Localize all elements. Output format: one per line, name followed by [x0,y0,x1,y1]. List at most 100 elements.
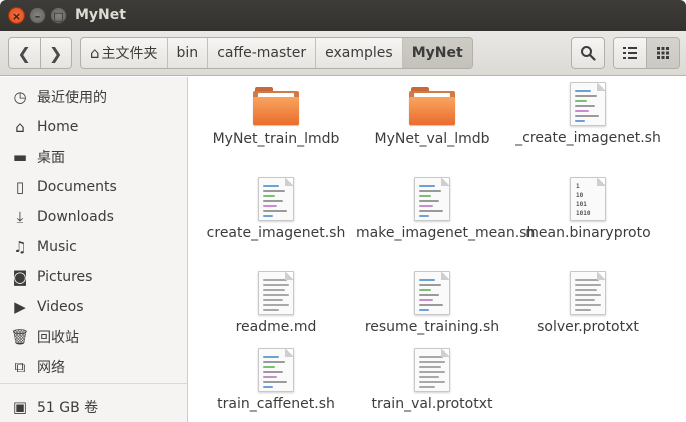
file-name: train_val.prototxt [371,396,493,412]
window-title: MyNet [75,7,126,23]
file-item[interactable]: make_imagenet_mean.sh [352,177,536,242]
network-icon: ⧉ [14,358,26,376]
file-item[interactable]: _create_imagenet.sh [508,82,668,147]
sidebar-item-label: Documents [37,179,117,195]
binary-digits: 1 [576,183,580,190]
sidebar-item-label: Downloads [37,209,114,225]
file-name: create_imagenet.sh [206,225,346,241]
breadcrumb-caffe-master[interactable]: caffe-master [207,38,315,68]
file-name: readme.md [235,319,317,335]
sidebar-item-trash[interactable]: 🗑 回收站 [0,322,187,352]
sidebar-item-label: 51 GB 卷 [37,400,99,416]
chevron-right-icon: ❯ [49,43,63,63]
file-name: train_caffenet.sh [217,396,335,412]
sidebar-item-label: 桌面 [37,150,65,166]
sidebar-item-downloads[interactable]: ⤓ Downloads [0,202,187,232]
sidebar-item-label: Pictures [37,269,93,285]
minimize-window-button[interactable]: – [29,7,46,24]
video-icon: ▶ [14,298,26,316]
file-name: resume_training.sh [364,319,500,335]
breadcrumb-label: 主文件夹 [101,46,158,62]
list-view-icon [623,47,637,59]
breadcrumb-label: caffe-master [217,45,307,61]
script-file-icon [414,177,450,221]
binary-digits: 10 [576,192,584,199]
sidebar-item-videos[interactable]: ▶ Videos [0,292,187,322]
grid-view-icon [657,47,669,59]
binary-file-icon: 1 10 101 1010 [570,177,606,221]
sidebar-item-recent[interactable]: ◷ 最近使用的 [0,82,187,112]
script-file-icon [258,348,294,392]
file-item[interactable]: train_caffenet.sh [196,348,356,413]
drive-icon: ▣ [12,398,28,416]
folder-icon [409,87,455,125]
file-name: solver.prototxt [537,319,639,335]
file-item[interactable]: MyNet_val_lmdb [352,87,512,148]
script-file-icon [258,177,294,221]
sidebar-item-label: 最近使用的 [37,90,107,106]
sidebar-item-desktop[interactable]: ▬ 桌面 [0,142,187,172]
text-file-icon [414,348,450,392]
file-name: MyNet_val_lmdb [374,131,490,147]
file-item[interactable]: create_imagenet.sh [196,177,356,242]
file-item[interactable]: train_val.prototxt [352,348,512,413]
breadcrumb-label: examples [325,45,393,61]
document-icon: ▯ [15,178,25,196]
sidebar-item-label: 回收站 [37,330,79,346]
sidebar-item-volume[interactable]: ▣ 51 GB 卷 [0,392,187,422]
sidebar-item-documents[interactable]: ▯ Documents [0,172,187,202]
download-icon: ⤓ [16,208,24,226]
script-file-icon [414,271,450,315]
file-item[interactable]: MyNet_train_lmdb [196,87,356,148]
file-name: make_imagenet_mean.sh [356,225,536,241]
sidebar-item-network[interactable]: ⧉ 网络 [0,352,187,382]
sidebar-item-label: 网络 [37,360,65,376]
title-bar: × – □ MyNet [0,0,686,31]
sidebar-item-label: Music [37,239,77,255]
desktop-folder-icon: ▬ [12,148,28,166]
sidebar-item-home[interactable]: ⌂ Home [0,112,187,142]
file-name: mean.binaryproto [525,225,651,241]
file-name: MyNet_train_lmdb [212,131,340,147]
file-item[interactable]: readme.md [196,271,356,336]
home-icon: ⌂ [90,44,100,62]
list-view-button[interactable] [614,38,646,68]
music-icon: ♫ [13,238,27,256]
clock-icon: ◷ [13,88,27,106]
trash-icon: 🗑 [10,328,30,346]
breadcrumb-examples[interactable]: examples [315,38,402,68]
script-file-icon [570,82,606,126]
forward-button[interactable]: ❯ [39,38,72,68]
close-window-button[interactable]: × [8,7,25,24]
history-navigation: ❮ ❯ [8,37,72,69]
text-file-icon [258,271,294,315]
file-name: _create_imagenet.sh [515,130,661,146]
back-button[interactable]: ❮ [9,38,40,68]
home-icon: ⌂ [15,118,25,136]
binary-digits: 101 [576,201,587,208]
file-grid: MyNet_train_lmdb MyNet_val_lmdb _create_… [189,77,686,422]
file-item[interactable]: resume_training.sh [352,271,512,336]
search-icon [581,46,596,61]
folder-icon [253,87,299,125]
breadcrumb: ⌂ 主文件夹 bin caffe-master examples MyNet [80,37,473,69]
text-file-icon [570,271,606,315]
maximize-window-button[interactable]: □ [50,7,67,24]
file-item[interactable]: 1 10 101 1010 mean.binaryproto [508,177,668,242]
breadcrumb-bin[interactable]: bin [166,38,208,68]
sidebar-item-label: Videos [37,299,84,315]
search-button[interactable] [571,37,605,69]
sidebar: ◷ 最近使用的 ⌂ Home ▬ 桌面 ▯ Documents ⤓ Downlo… [0,77,188,422]
breadcrumb-current[interactable]: MyNet [401,38,472,68]
binary-digits: 1010 [576,210,591,217]
sidebar-item-label: Home [37,119,79,135]
breadcrumb-label: bin [176,45,199,61]
grid-view-button[interactable] [646,38,679,68]
camera-icon: ◙ [12,268,28,286]
chevron-left-icon: ❮ [17,43,31,63]
file-item[interactable]: solver.prototxt [508,271,668,336]
sidebar-divider [0,383,187,384]
sidebar-item-pictures[interactable]: ◙ Pictures [0,262,187,292]
sidebar-item-music[interactable]: ♫ Music [0,232,187,262]
breadcrumb-home[interactable]: ⌂ 主文件夹 [81,38,167,68]
